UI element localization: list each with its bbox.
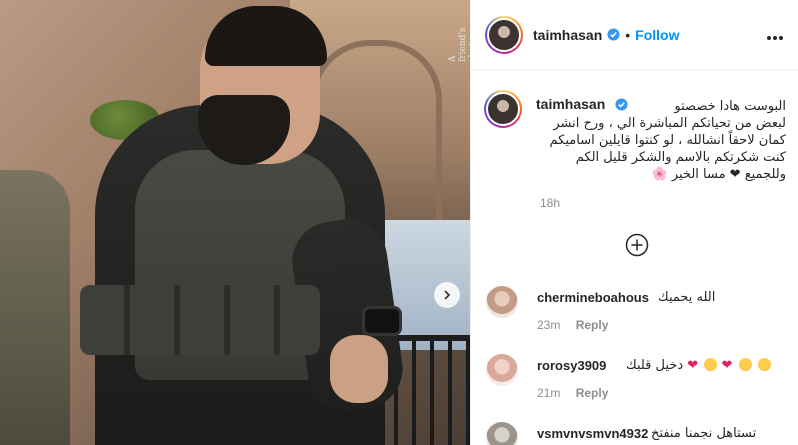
caption-line-5: وللجميع ❤ مسا الخير <box>671 167 786 182</box>
caption-line: البوست هادا خصصتو <box>536 98 786 115</box>
caption-line: كمان لاحقاً انشالله ، لو كنتوا قايلين اس… <box>536 132 786 149</box>
follow-button[interactable]: Follow <box>635 27 679 43</box>
comment-meta: 23m Reply <box>537 318 608 332</box>
caption-line: وللجميع ❤ مسا الخير 🌸 <box>536 166 787 183</box>
header-separator: • <box>625 26 631 43</box>
comment-item: vsmvnvsmvn4932 تستاهل نجمنا منفتخ <box>486 422 786 445</box>
comment-text-wrap: ❤ ❤ دخيل قلبك <box>626 358 771 373</box>
heart-eyes-emoji-icon <box>757 358 771 371</box>
carousel-next-button[interactable] <box>434 282 460 308</box>
reply-button[interactable]: Reply <box>576 318 609 332</box>
more-dot-icon <box>773 35 777 40</box>
heart-emoji-icon: ❤ <box>721 358 733 373</box>
caption-line-3: كمان لاحقاً انشالله ، لو كنتوا قايلين اس… <box>549 133 786 148</box>
comment-item: rorosy3909 ❤ ❤ دخيل قلبك 21m Reply <box>486 354 786 404</box>
caption-line: كنت شكرتكم بالاسم والشكر قليل الكم <box>536 149 786 166</box>
avatar-image <box>486 92 520 126</box>
flower-emoji-icon: 🌸 <box>651 167 668 182</box>
header-username[interactable]: taimhasan <box>533 27 602 43</box>
avatar[interactable] <box>485 15 523 54</box>
reply-button[interactable]: Reply <box>576 386 609 400</box>
more-options-button[interactable] <box>765 27 785 43</box>
caption-line-4: كنت شكرتكم بالاسم والشكر قليل الكم <box>575 150 786 165</box>
wrist-watch <box>362 306 402 336</box>
comment-text: الله يحميك <box>658 290 716 305</box>
comment-username[interactable]: rorosy3909 <box>537 358 606 373</box>
heart-eyes-emoji-icon <box>738 358 752 371</box>
comment-avatar[interactable] <box>486 422 518 445</box>
caption-line: لبعض من تحياتكم المباشرة الي ، ورح انشر <box>536 115 786 132</box>
man-hand <box>330 335 388 403</box>
comment-username[interactable]: vsmvnvsmvn4932 <box>537 426 648 441</box>
post-header: taimhasan • Follow <box>471 0 798 70</box>
verified-badge-icon <box>607 28 620 41</box>
comment-meta: 21m Reply <box>537 386 608 400</box>
comment-time[interactable]: 23m <box>537 318 560 332</box>
comment-username[interactable]: chermineboahous <box>537 290 649 305</box>
vest-pouches <box>80 285 320 355</box>
comment-item: chermineboahous الله يحميك 23m Reply <box>486 286 786 336</box>
caption-line-1: البوست هادا خصصتو <box>674 99 786 114</box>
heart-emoji-icon: ❤ <box>687 358 699 373</box>
avatar-image <box>487 17 521 52</box>
chevron-right-icon <box>444 290 451 300</box>
comment-avatar[interactable] <box>486 354 518 386</box>
comment-avatar[interactable] <box>486 286 518 318</box>
load-more-comments-button[interactable] <box>625 233 649 257</box>
post-photo: A friend's shot <box>0 0 470 445</box>
caption-text: البوست هادا خصصتو لبعض من تحياتكم المباش… <box>536 98 786 183</box>
caption-avatar[interactable] <box>484 90 522 128</box>
comment-text: تستاهل نجمنا منفتخ <box>651 426 757 441</box>
plus-circle-icon <box>625 233 649 257</box>
photo-watermark: A friend's shot <box>448 27 470 63</box>
comment-time[interactable]: 21m <box>537 386 560 400</box>
heart-eyes-emoji-icon <box>704 358 718 371</box>
more-dot-icon <box>779 35 783 40</box>
caption-line-2: لبعض من تحياتكم المباشرة الي ، ورح انشر <box>553 116 786 131</box>
background-person <box>0 170 70 445</box>
comment-text: دخيل قلبك <box>626 358 684 373</box>
caption-timestamp[interactable]: 18h <box>540 196 560 210</box>
more-dot-icon <box>767 35 771 40</box>
